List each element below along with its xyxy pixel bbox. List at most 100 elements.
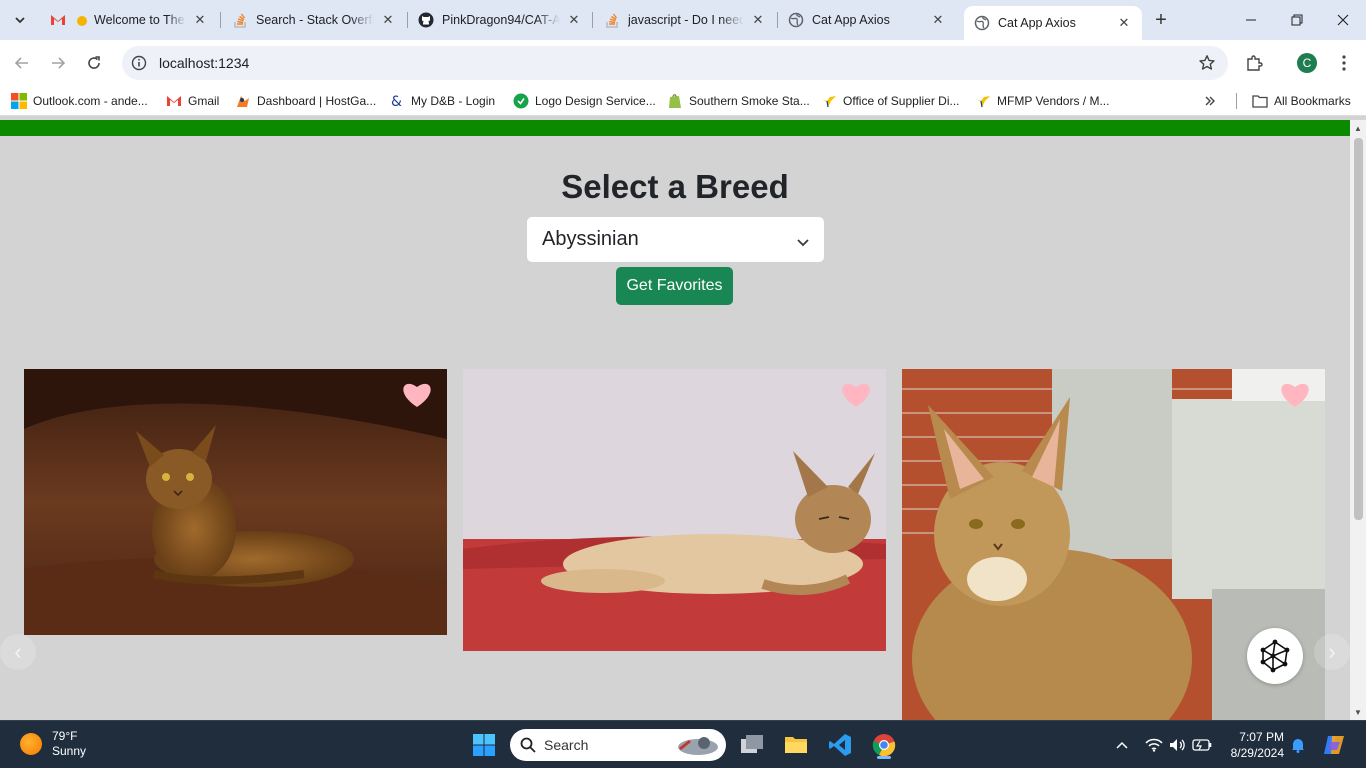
tab-github[interactable]: PinkDragon94/CAT-A ✕ — [408, 0, 592, 40]
notification-bell-icon[interactable] — [1288, 735, 1308, 755]
tab-cat-app-1[interactable]: Cat App Axios ✕ — [778, 0, 956, 40]
site-info-icon[interactable] — [124, 46, 154, 80]
get-favorites-button[interactable]: Get Favorites — [616, 267, 733, 305]
favorite-heart-icon[interactable] — [401, 379, 433, 409]
tab-title: Search - Stack Overflo — [256, 13, 374, 27]
taskbar-search-label: Search — [544, 737, 589, 753]
close-icon[interactable]: ✕ — [192, 12, 208, 28]
all-bookmarks[interactable]: All Bookmarks — [1252, 92, 1351, 110]
gmail-icon — [50, 12, 66, 28]
folder-icon — [1252, 93, 1268, 109]
close-icon[interactable]: ✕ — [750, 12, 766, 28]
profile-avatar[interactable]: C — [1295, 51, 1319, 75]
bookmark-logo-design[interactable]: Logo Design Service... — [513, 92, 656, 110]
bookmark-dnb[interactable]: & My D&B - Login — [389, 92, 495, 110]
close-icon[interactable]: ✕ — [1116, 15, 1132, 31]
vscode-icon[interactable] — [824, 729, 856, 761]
bookmark-gmail[interactable]: Gmail — [166, 92, 219, 110]
page-title: Select a Breed — [561, 168, 789, 205]
close-icon[interactable]: ✕ — [566, 12, 582, 28]
tab-search-chevron-icon[interactable] — [8, 8, 32, 32]
minimize-icon[interactable] — [1228, 0, 1274, 40]
carousel-next-icon[interactable]: › — [1314, 634, 1350, 670]
close-window-icon[interactable] — [1320, 0, 1366, 40]
windows-start-icon[interactable] — [468, 729, 500, 761]
bookmark-label: Outlook.com - ande... — [33, 94, 148, 108]
file-explorer-icon[interactable] — [780, 729, 812, 761]
scroll-up-icon[interactable]: ▲ — [1350, 120, 1366, 136]
new-tab-plus-icon[interactable]: + — [1149, 8, 1173, 32]
breed-select[interactable]: Abyssinian — [526, 216, 825, 263]
stackoverflow-icon — [604, 12, 620, 28]
favorite-heart-icon[interactable] — [840, 379, 872, 409]
weather-condition: Sunny — [52, 744, 87, 758]
bird-logo-icon — [821, 93, 837, 109]
copilot-icon[interactable] — [1322, 735, 1346, 755]
carousel-prev-icon[interactable]: ‹ — [0, 634, 36, 670]
restore-icon[interactable] — [1274, 0, 1320, 40]
battery-icon[interactable] — [1192, 735, 1212, 755]
forward-arrow-icon[interactable] — [46, 51, 70, 75]
show-hidden-icons-chevron-icon[interactable] — [1112, 735, 1132, 755]
svg-text:&: & — [391, 94, 402, 109]
stackoverflow-icon — [232, 12, 248, 28]
bookmark-mfmp-vendors[interactable]: MFMP Vendors / M... — [975, 92, 1109, 110]
kebab-menu-icon[interactable] — [1332, 51, 1356, 75]
scroll-down-icon[interactable]: ▼ — [1350, 704, 1366, 720]
task-view-icon[interactable] — [736, 729, 768, 761]
gmail-icon — [166, 93, 182, 109]
bookmark-label: MFMP Vendors / M... — [997, 94, 1110, 108]
globe-icon — [974, 15, 990, 31]
tab-title: PinkDragon94/CAT-A — [442, 13, 560, 27]
close-icon[interactable]: ✕ — [380, 12, 396, 28]
tab-stackoverflow-search[interactable]: Search - Stack Overflo ✕ — [222, 0, 406, 40]
tab-title: Cat App Axios — [998, 16, 1076, 30]
tab-separator — [592, 12, 593, 28]
page-scrollbar[interactable]: ▲ ▼ — [1350, 120, 1366, 720]
address-url[interactable]: localhost:1234 — [159, 55, 249, 71]
page-viewport: Select a Breed Abyssinian Get Favorites — [0, 120, 1366, 720]
bookmark-label: Southern Smoke Sta... — [689, 94, 810, 108]
cat-image — [24, 369, 447, 635]
bookmark-label: Dashboard | HostGa... — [257, 94, 377, 108]
tab-gmail[interactable]: Welcome to The C ✕ — [40, 0, 218, 40]
tab-separator — [220, 12, 221, 28]
chevron-down-icon — [796, 232, 810, 255]
bookmark-supplier-diversity[interactable]: Office of Supplier Di... — [821, 92, 960, 110]
browser-toolbar: localhost:1234 C — [0, 40, 1366, 86]
profile-initial: C — [1297, 53, 1317, 73]
active-app-indicator — [877, 756, 891, 759]
back-arrow-icon[interactable] — [10, 51, 34, 75]
bird-logo-icon — [975, 93, 991, 109]
bookmark-hostgator[interactable]: Dashboard | HostGa... — [235, 92, 376, 110]
bookmark-star-icon[interactable] — [1198, 54, 1216, 77]
bookmark-outlook[interactable]: Outlook.com - ande... — [11, 92, 148, 110]
tab-cat-app-active[interactable]: Cat App Axios ✕ — [964, 6, 1142, 40]
address-bar[interactable]: localhost:1234 — [122, 46, 1228, 80]
taskbar-search[interactable]: Search — [510, 729, 726, 761]
reload-icon[interactable] — [82, 51, 106, 75]
cat-card — [24, 369, 447, 635]
system-clock[interactable]: 7:07 PM 8/29/2024 — [1222, 729, 1284, 761]
extensions-puzzle-icon[interactable] — [1242, 51, 1266, 75]
weather-widget[interactable]: 79°F Sunny — [20, 729, 86, 759]
bookmark-label: My D&B - Login — [411, 94, 496, 108]
tab-stackoverflow-question[interactable]: javascript - Do I need ✕ — [594, 0, 776, 40]
search-highlight-icon — [674, 733, 722, 760]
windows-taskbar: 79°F Sunny Search 7:07 PM 8/29/2024 — [0, 720, 1366, 768]
dnb-icon: & — [389, 93, 405, 109]
chrome-icon[interactable] — [868, 729, 900, 761]
windows-icon — [11, 93, 27, 109]
bookmark-southern-smoke[interactable]: Southern Smoke Sta... — [667, 92, 810, 110]
tab-title: javascript - Do I need — [628, 13, 744, 27]
tab-strip: Welcome to The C ✕ Search - Stack Overfl… — [0, 0, 1366, 40]
close-icon[interactable]: ✕ — [930, 12, 946, 28]
scroll-thumb[interactable] — [1354, 138, 1363, 520]
bookmarks-overflow-chevron-icon[interactable] — [1204, 92, 1216, 110]
wifi-icon[interactable] — [1144, 735, 1164, 755]
clock-date: 8/29/2024 — [1230, 746, 1284, 760]
favorite-heart-icon[interactable] — [1279, 379, 1311, 409]
volume-icon[interactable] — [1168, 735, 1188, 755]
hand-wave-icon — [74, 12, 90, 28]
network-graph-icon[interactable] — [1247, 628, 1303, 684]
